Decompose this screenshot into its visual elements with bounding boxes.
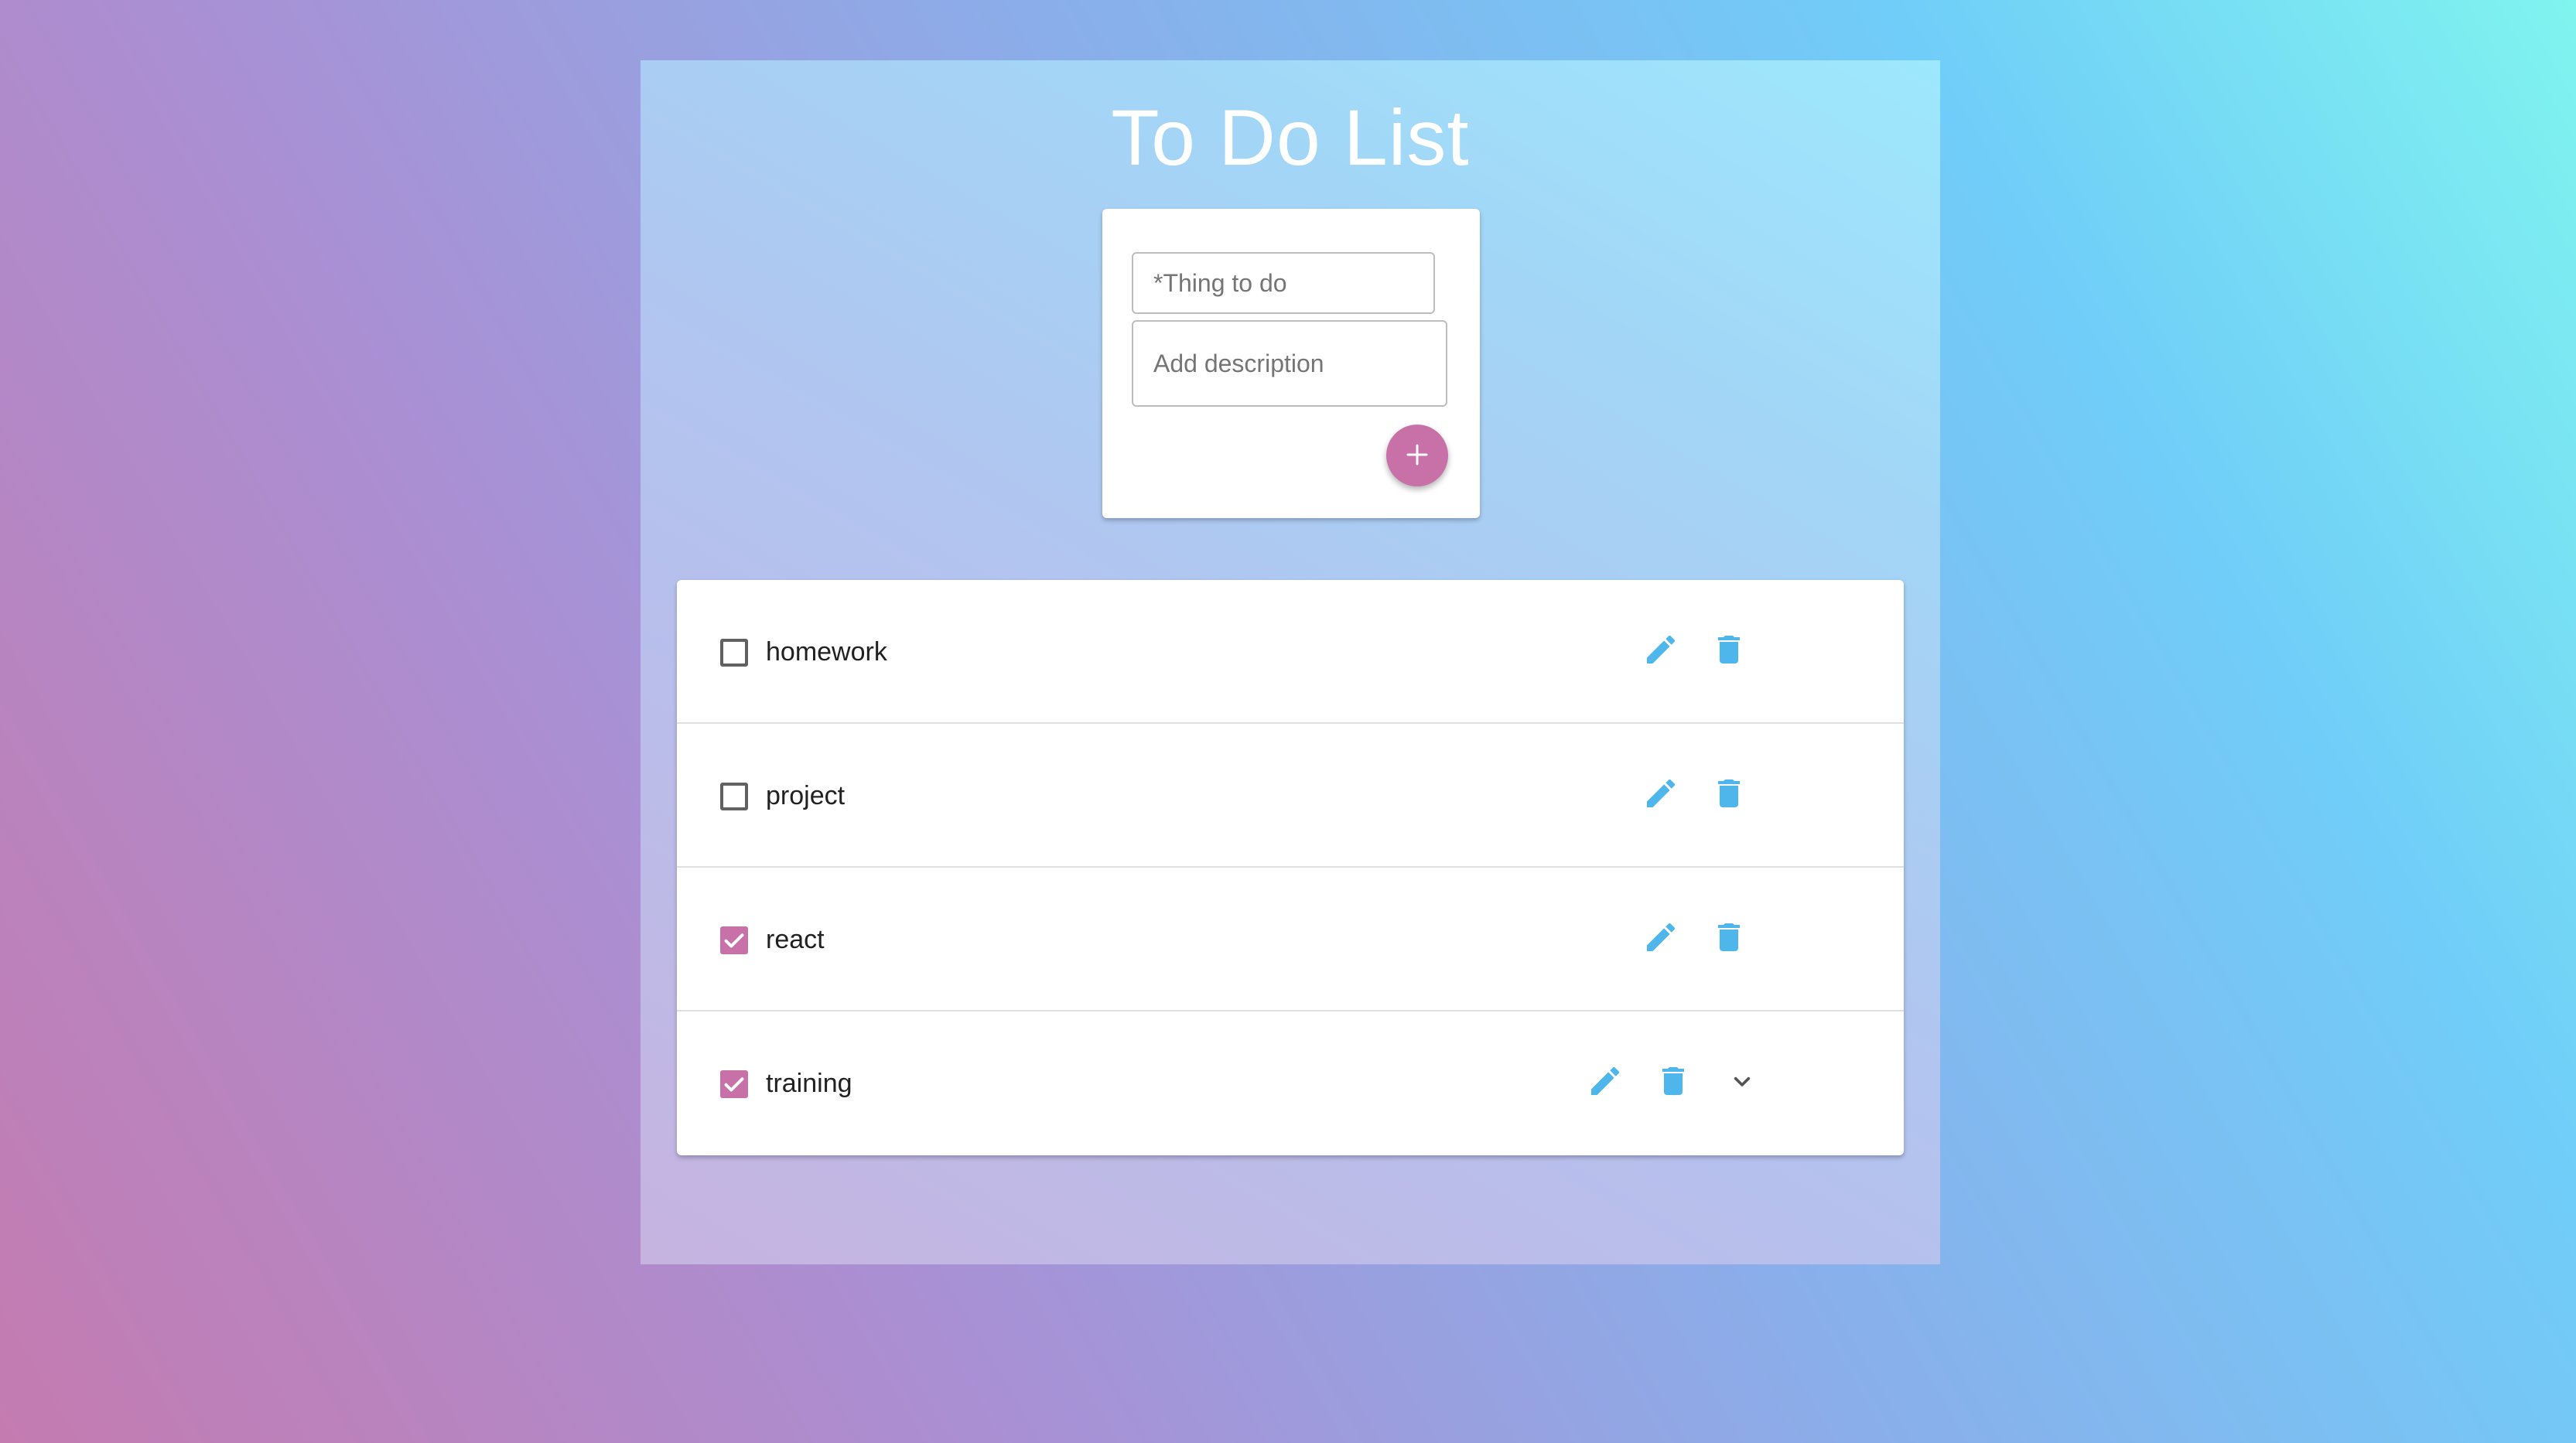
description-input[interactable]	[1132, 320, 1447, 407]
todo-label: homework	[766, 637, 887, 667]
expand-button[interactable]	[1719, 1059, 1765, 1106]
edit-button[interactable]	[1638, 628, 1684, 674]
pencil-icon	[1642, 919, 1679, 960]
todo-item: project	[677, 724, 1904, 868]
todo-list: homework project react training	[677, 580, 1904, 1155]
delete-button[interactable]	[1706, 916, 1752, 962]
todo-label: training	[766, 1069, 852, 1098]
todo-checkbox[interactable]	[720, 926, 748, 954]
delete-button[interactable]	[1650, 1059, 1696, 1106]
todo-label: project	[766, 781, 846, 810]
trash-icon	[1710, 775, 1748, 816]
trash-icon	[1710, 919, 1748, 960]
pencil-icon	[1642, 631, 1679, 672]
todo-checkbox[interactable]	[720, 783, 748, 810]
app-panel: To Do List homework	[641, 60, 1940, 1264]
pencil-icon	[1642, 775, 1679, 816]
chevron-down-icon	[1727, 1066, 1758, 1100]
todo-checkbox[interactable]	[720, 1070, 748, 1098]
add-todo-card	[1102, 209, 1480, 518]
todo-item: react	[677, 868, 1904, 1011]
edit-button[interactable]	[1638, 916, 1684, 962]
plus-icon	[1403, 441, 1431, 471]
edit-button[interactable]	[1582, 1059, 1628, 1106]
todo-checkbox[interactable]	[720, 639, 748, 667]
delete-button[interactable]	[1706, 628, 1752, 674]
pencil-icon	[1587, 1063, 1624, 1104]
trash-icon	[1710, 631, 1748, 672]
edit-button[interactable]	[1638, 772, 1684, 818]
todo-label: react	[766, 925, 825, 954]
page-title: To Do List	[1111, 94, 1470, 182]
todo-item: homework	[677, 580, 1904, 724]
thing-to-do-input[interactable]	[1132, 252, 1435, 314]
todo-item: training	[677, 1011, 1904, 1155]
trash-icon	[1655, 1063, 1692, 1104]
delete-button[interactable]	[1706, 772, 1752, 818]
add-todo-button[interactable]	[1386, 425, 1448, 486]
